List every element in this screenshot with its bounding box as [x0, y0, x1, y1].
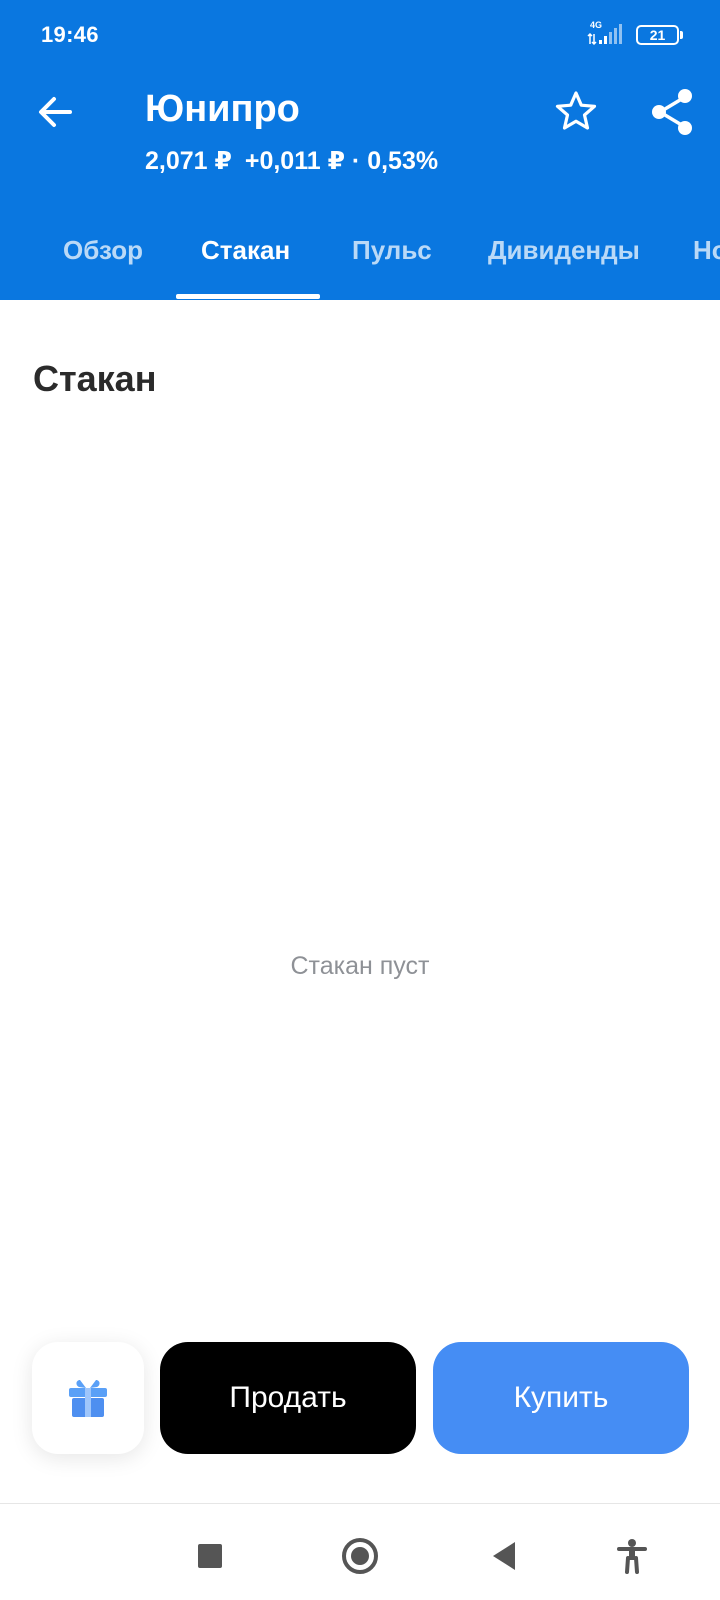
sell-button[interactable]: Продать: [160, 1342, 416, 1454]
empty-order-book-message: Стакан пуст: [290, 952, 430, 980]
tab-pulse[interactable]: Пульс: [352, 235, 432, 266]
home-icon[interactable]: [342, 1538, 378, 1574]
app-header: 19:46 4G 21 Юнипро 2,071 ₽ +0,011 ₽ · 0,…: [0, 0, 720, 300]
system-navigation-bar: [0, 1503, 720, 1600]
buy-button[interactable]: Купить: [433, 1342, 689, 1454]
favorite-star-icon[interactable]: [552, 88, 600, 136]
share-icon[interactable]: [648, 86, 696, 138]
signal-icon: 4G: [586, 20, 626, 46]
status-time: 19:46: [41, 22, 99, 47]
gift-button[interactable]: [32, 1342, 144, 1454]
back-icon[interactable]: [493, 1542, 515, 1570]
section-title: Стакан: [33, 358, 157, 399]
accessibility-icon[interactable]: [616, 1538, 648, 1574]
battery-icon: 21: [636, 25, 679, 45]
status-bar: 19:46 4G 21: [0, 0, 720, 70]
instrument-title: Юнипро: [145, 88, 300, 130]
gift-icon: [69, 1380, 107, 1417]
battery-nub: [680, 31, 683, 39]
back-arrow-icon[interactable]: [32, 88, 80, 136]
tab-bar: Обзор Стакан Пульс Дивиденды Но: [0, 215, 720, 300]
tab-dividends[interactable]: Дивиденды: [488, 235, 640, 266]
home-icon-dot: [351, 1547, 369, 1565]
tab-overview[interactable]: Обзор: [63, 235, 143, 266]
current-price: 2,071 ₽: [145, 147, 232, 175]
price-line: 2,071 ₽ +0,011 ₽ · 0,53%: [145, 146, 444, 176]
tab-order-book[interactable]: Стакан: [201, 235, 290, 266]
tab-news-partial[interactable]: Но: [693, 235, 720, 266]
active-tab-indicator: [176, 294, 320, 299]
price-change: +0,011 ₽ · 0,53%: [244, 147, 439, 175]
recents-icon[interactable]: [198, 1544, 222, 1568]
